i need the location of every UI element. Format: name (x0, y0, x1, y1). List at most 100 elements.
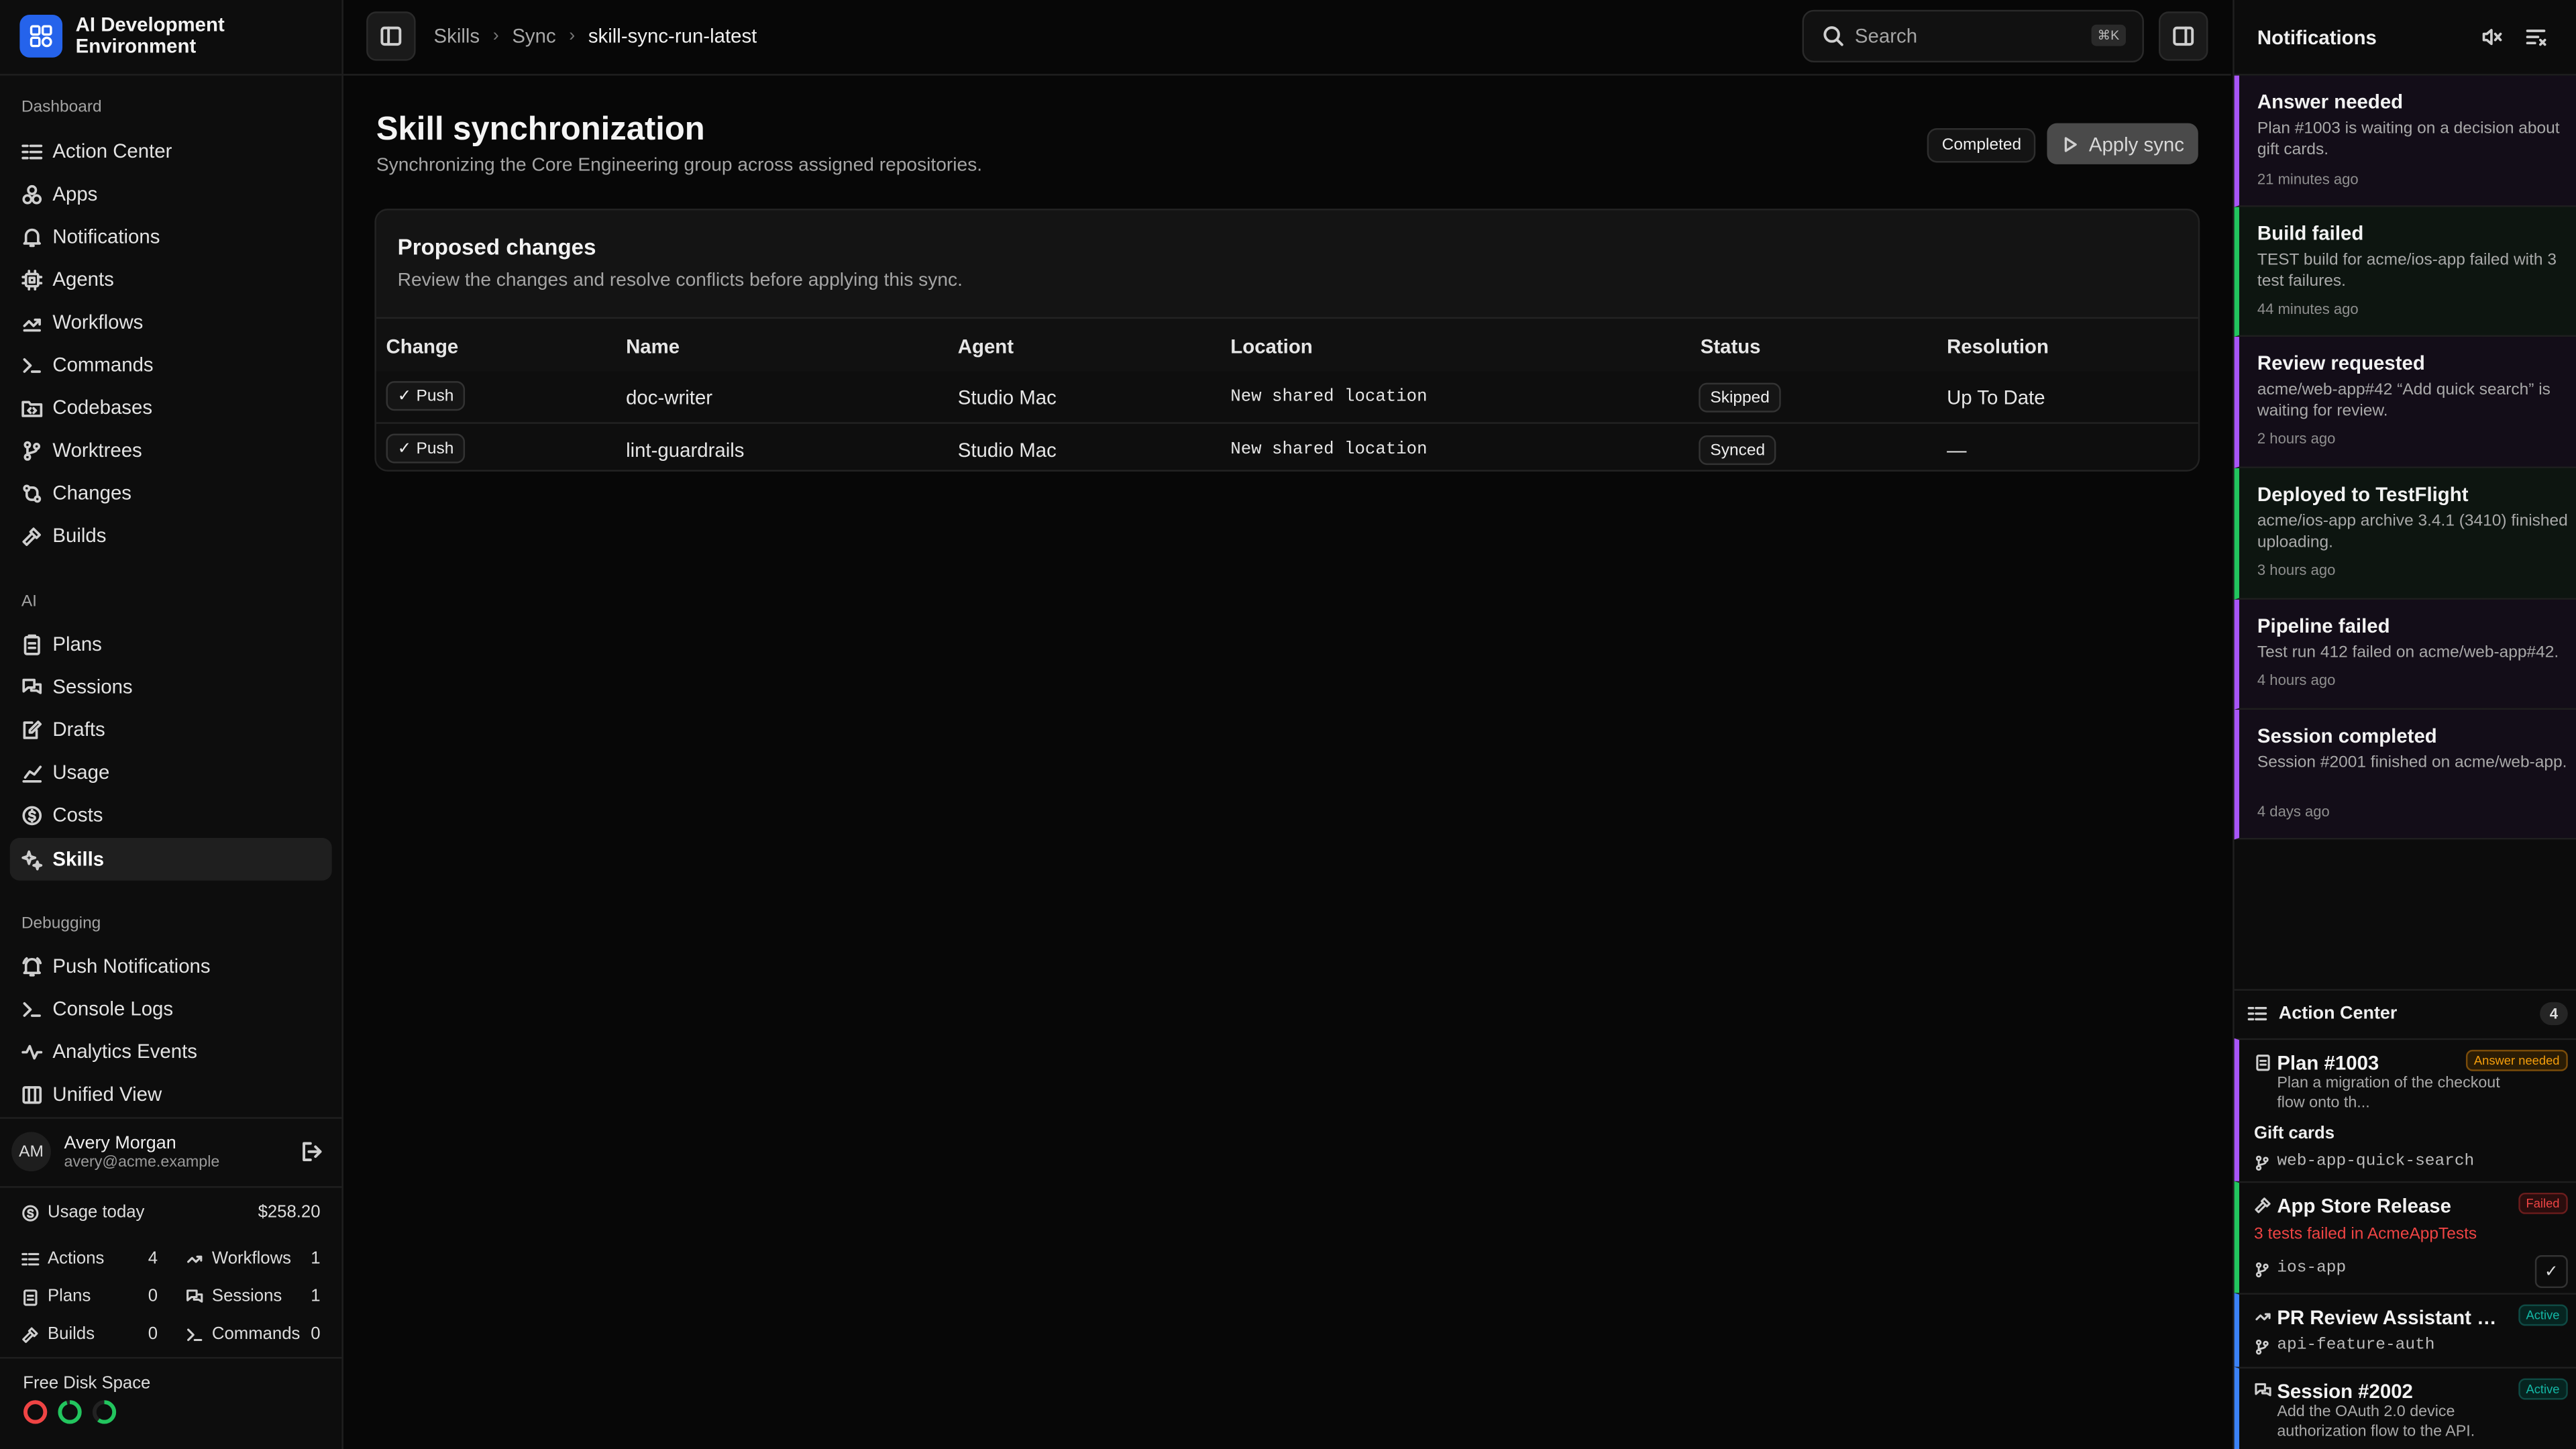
git-branch-icon (23, 440, 41, 460)
sidebar-icon (380, 26, 402, 46)
disk-ring-2 (58, 1400, 82, 1424)
clipboard-icon (23, 1289, 38, 1305)
notification-item[interactable]: Review requested acme/web-app#42 “Add qui… (2234, 337, 2576, 468)
sidebar-item-changes[interactable]: Changes (10, 472, 332, 515)
breadcrumb-current: skill-sync-run-latest (588, 24, 757, 48)
breadcrumb-sync[interactable]: Sync (512, 25, 555, 48)
user-email: avery@acme.example (64, 1152, 220, 1171)
section-label-debugging: Debugging (21, 915, 101, 934)
action-item-desc: 3 tests failed in AcmeAppTests (2254, 1225, 2477, 1244)
git-branch-icon (2255, 1261, 2269, 1277)
sidebar-item-drafts[interactable]: Drafts (10, 708, 332, 751)
apply-sync-button[interactable]: Apply sync (2047, 123, 2198, 164)
stat-sessions: Sessions (186, 1287, 282, 1306)
disk-ring-1 (23, 1400, 48, 1424)
sidebar-item-builds[interactable]: Builds (10, 515, 332, 557)
hammer-icon (2255, 1197, 2271, 1214)
notification-desc: acme/web-app#42 “Add quick search” is wa… (2257, 381, 2551, 421)
action-center-header: Action Center 4 (2247, 1002, 2568, 1026)
sidebar-item-worktrees[interactable]: Worktrees (10, 429, 332, 472)
hammer-icon (22, 527, 41, 545)
sidebar-item-costs[interactable]: Costs (10, 794, 332, 837)
notification-title: Review requested (2257, 352, 2425, 375)
user-profile[interactable]: AM Avery Morgan avery@acme.example (11, 1127, 333, 1176)
notification-age: 3 hours ago (2257, 561, 2336, 579)
notification-title: Build failed (2257, 221, 2364, 245)
terminal-icon (23, 1001, 41, 1016)
git-compare-icon (23, 484, 42, 502)
brand[interactable]: AI Development Environment (19, 13, 272, 58)
dollar-circle-icon (22, 1204, 39, 1221)
notification-age: 44 minutes ago (2257, 301, 2359, 317)
action-item-branch: ios-app (2254, 1260, 2346, 1278)
sidebar-item-sessions[interactable]: Sessions (10, 665, 332, 708)
approve-check-button[interactable]: ✓ (2534, 1255, 2568, 1289)
bell-ring-icon (22, 956, 42, 976)
sidebar-item-analytics-events[interactable]: Analytics Events (10, 1030, 332, 1073)
notification-title: Answer needed (2257, 90, 2404, 113)
action-item-tag: Failed (2518, 1192, 2568, 1214)
stat-plans-value: 0 (148, 1286, 158, 1306)
mute-icon[interactable] (2481, 26, 2502, 48)
action-item-pr-review[interactable]: PR Review Assistant #4... Active api-fea… (2234, 1293, 2576, 1367)
workflow-icon (23, 317, 41, 331)
notification-item[interactable]: Build failed TEST build for acme/ios-app … (2234, 207, 2576, 337)
action-item-session[interactable]: Session #2002 Active Add the OAuth 2.0 d… (2234, 1366, 2576, 1449)
logout-icon[interactable] (301, 1140, 323, 1163)
notification-item[interactable]: Answer needed Plan #1003 is waiting on a … (2234, 75, 2576, 207)
table-row[interactable]: ✓ Push doc-writer Studio Mac New shared l… (376, 371, 2198, 424)
chevron-right-icon: › (569, 26, 576, 46)
action-item-branch: api-feature-auth (2254, 1337, 2434, 1355)
sidebar-item-usage[interactable]: Usage (10, 751, 332, 794)
apps-icon (22, 184, 42, 204)
sidebar-item-push-notifications[interactable]: Push Notifications (10, 945, 332, 987)
list-checks-icon (21, 144, 43, 159)
notifications-panel: Notifications Answer needed Plan #1003 is… (2233, 0, 2576, 1449)
row-agent: Studio Mac (957, 438, 1057, 462)
notification-item[interactable]: Session completed Session #2001 finished … (2234, 709, 2576, 840)
row-location: New shared location (1230, 387, 1428, 408)
stat-commands-value: 0 (311, 1324, 321, 1344)
sidebar-item-codebases[interactable]: Codebases (10, 386, 332, 429)
sidebar-item-commands[interactable]: Commands (10, 343, 332, 386)
notifications-title: Notifications (2257, 26, 2377, 50)
stat-builds: Builds (21, 1324, 95, 1344)
page-subtitle: Synchronizing the Core Engineering group… (376, 156, 983, 176)
sidebar-item-agents[interactable]: Agents (10, 258, 332, 301)
sidebar: AI Development Environment Dashboard Act… (0, 0, 343, 1449)
card-title: Proposed changes (397, 235, 596, 260)
action-item-plan[interactable]: Plan #1003 Answer needed Plan a migratio… (2234, 1038, 2576, 1181)
section-label-dashboard: Dashboard (21, 98, 102, 117)
sidebar-item-action-center[interactable]: Action Center (10, 129, 332, 172)
col-change: Change (386, 335, 459, 358)
activity-icon (21, 1044, 43, 1059)
clear-all-icon[interactable] (2525, 26, 2546, 48)
status-badge: Completed (1927, 128, 2037, 163)
breadcrumb-skills[interactable]: Skills (434, 25, 480, 48)
search-placeholder: Search (1854, 24, 1918, 48)
notification-item[interactable]: Deployed to TestFlight acme/ios-app archi… (2234, 468, 2576, 600)
sidebar-item-apps[interactable]: Apps (10, 172, 332, 215)
action-item-title: Session #2002 (2277, 1380, 2413, 1403)
notification-desc: Session #2001 finished on acme/web-app. (2257, 754, 2567, 773)
table-row[interactable]: ✓ Push lint-guardrails Studio Mac New sha… (376, 423, 2198, 470)
toggle-sidebar-button[interactable] (366, 11, 416, 61)
sidebar-item-plans[interactable]: Plans (10, 623, 332, 665)
notification-item[interactable]: Pipeline failed Test run 412 failed on ac… (2234, 599, 2576, 710)
sidebar-item-notifications[interactable]: Notifications (10, 215, 332, 258)
sidebar-item-skills[interactable]: Skills (9, 837, 332, 881)
search-input[interactable]: Search ⌘K (1802, 9, 2144, 63)
disk-space-label: Free Disk Space (23, 1373, 151, 1393)
dollar-circle-icon (22, 805, 42, 825)
sidebar-item-console-logs[interactable]: Console Logs (10, 987, 332, 1030)
action-item-app-store-release[interactable]: App Store Release Failed 3 tests failed … (2234, 1181, 2576, 1293)
notification-age: 2 hours ago (2257, 430, 2336, 447)
sidebar-item-workflows[interactable]: Workflows (10, 301, 332, 343)
sidebar-item-unified-view[interactable]: Unified View (10, 1073, 332, 1116)
notification-desc: TEST build for acme/ios-app failed with … (2257, 251, 2557, 291)
action-center-title: Action Center (2278, 1004, 2398, 1024)
toggle-notifications-panel-button[interactable] (2158, 11, 2208, 61)
action-item-desc: Add the OAuth 2.0 device authorization f… (2277, 1403, 2475, 1441)
app-name: AI Development Environment (75, 13, 225, 58)
action-item-desc: Plan a migration of the checkout flow on… (2277, 1074, 2500, 1112)
